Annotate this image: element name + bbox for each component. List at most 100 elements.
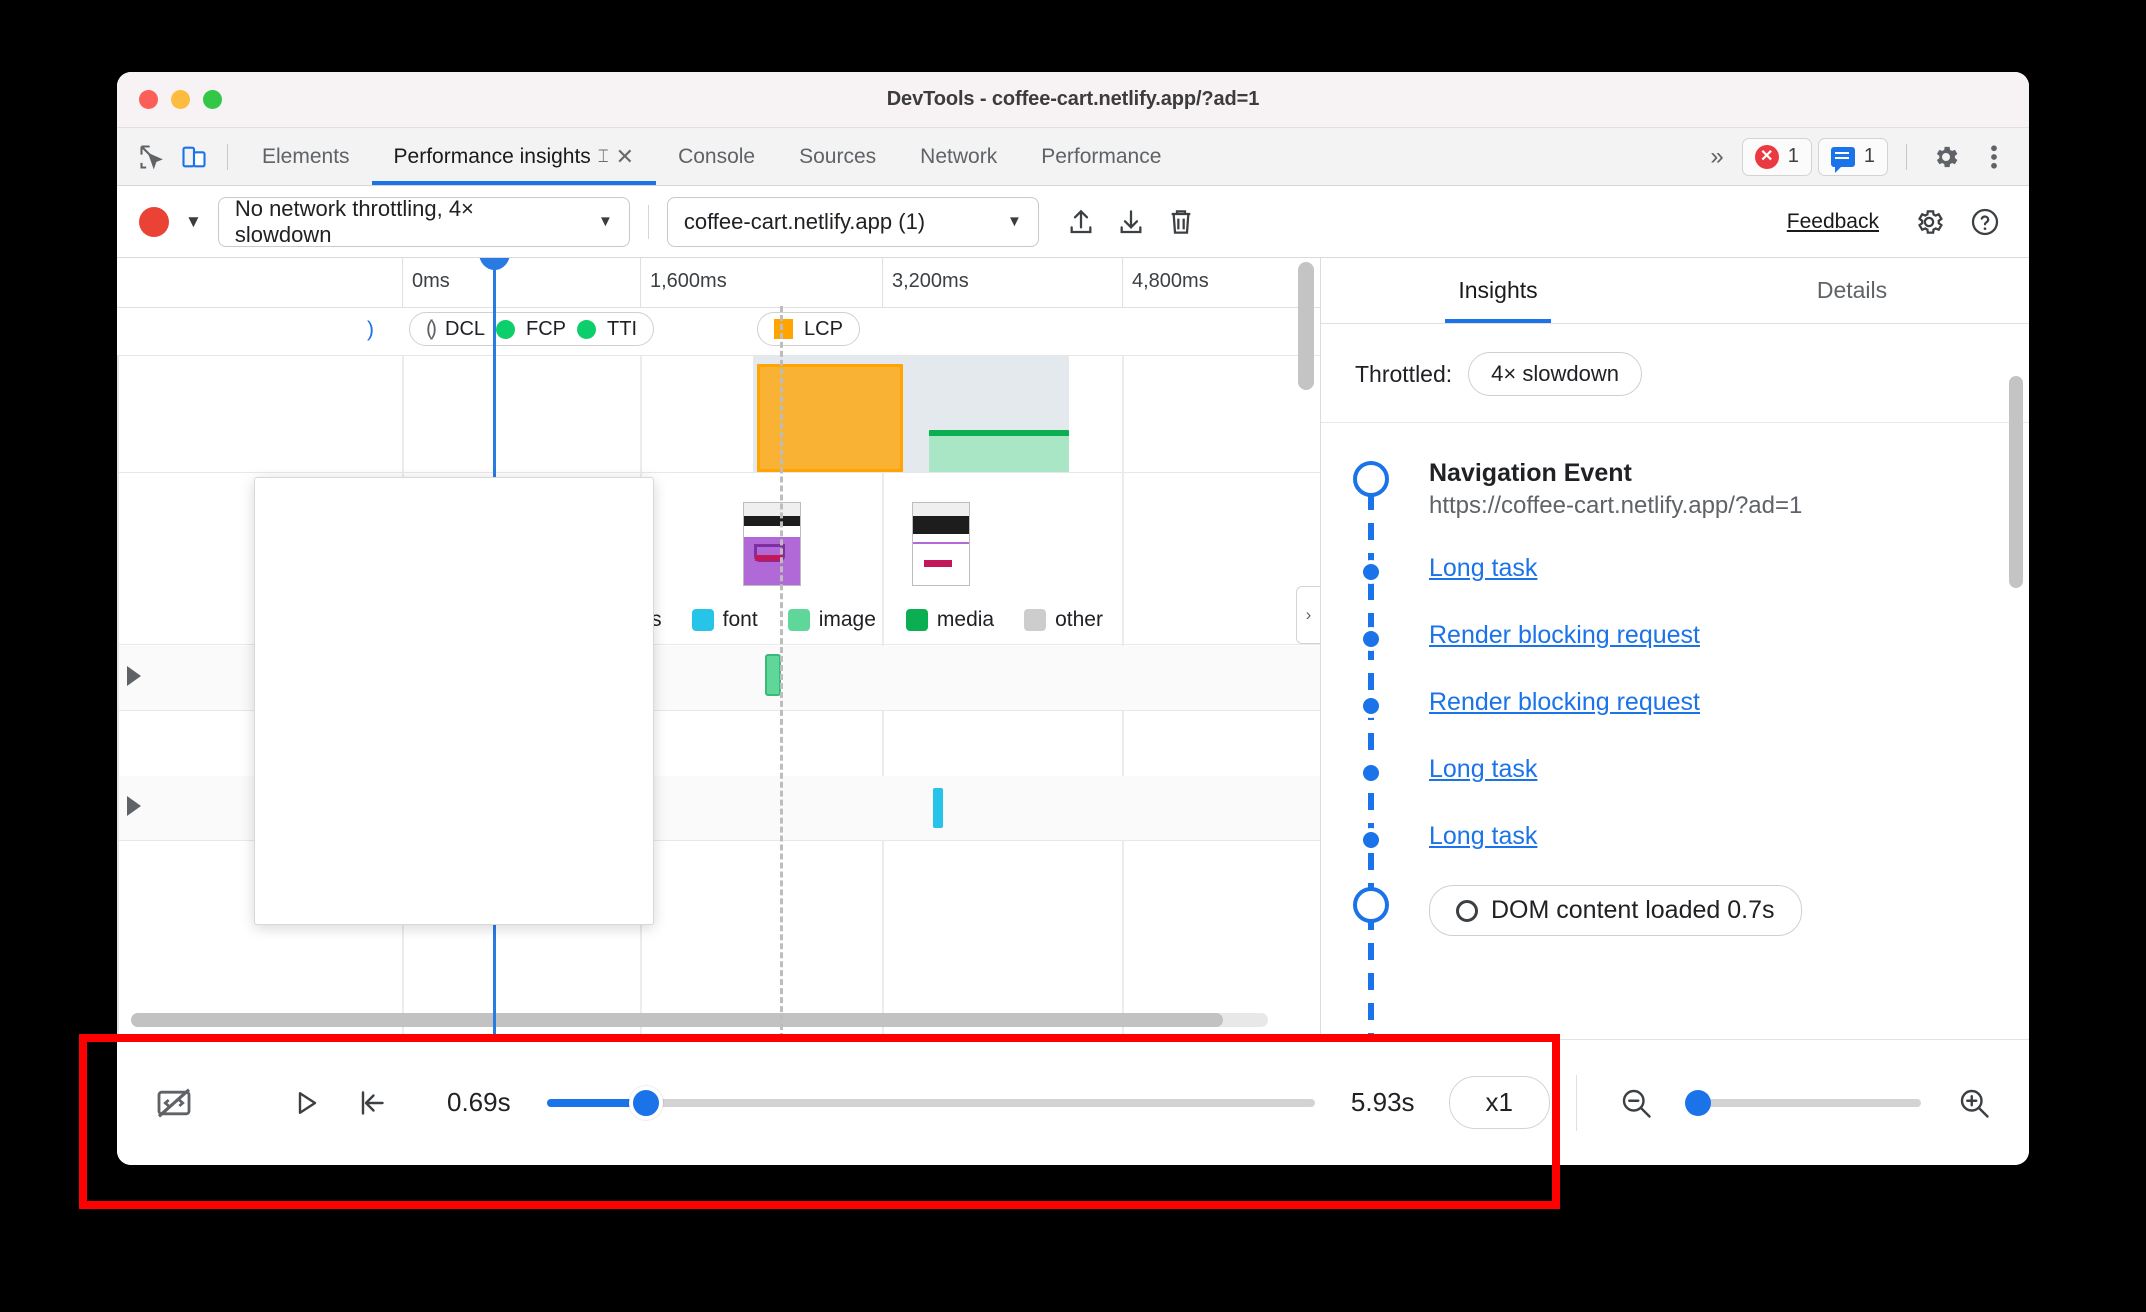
legend-item-image: image — [787, 608, 876, 632]
play-icon[interactable] — [273, 1075, 339, 1131]
image-event-bar[interactable] — [765, 654, 781, 696]
marker-chip-group-2[interactable]: LCP — [757, 312, 860, 346]
event-link[interactable]: Long task — [1429, 554, 1537, 583]
filmstrip-thumbnail[interactable] — [912, 502, 970, 586]
timeline-markers-row: ) () DCL FCP TTI LCP — [117, 308, 1320, 356]
close-tab-icon[interactable]: ✕ — [616, 144, 634, 170]
timeline-ruler[interactable]: 0ms 1,600ms 3,200ms 4,800ms — [117, 258, 1320, 308]
device-toggle-icon[interactable] — [173, 138, 215, 176]
font-event-bar[interactable] — [933, 788, 943, 828]
event-link[interactable]: Long task — [1429, 822, 1537, 851]
dom-loaded-chip[interactable]: DOM content loaded 0.7s — [1429, 885, 1802, 936]
collapse-sidebar-button[interactable]: › — [1296, 586, 1320, 644]
tab-details[interactable]: Details — [1675, 258, 2029, 323]
kebab-menu-icon[interactable] — [1973, 138, 2015, 176]
legend-item-font: font — [691, 608, 758, 632]
event-title: Navigation Event — [1429, 459, 1632, 487]
more-tabs-icon[interactable]: » — [1698, 143, 1735, 171]
playback-slider[interactable] — [546, 1085, 1315, 1120]
minimize-window-button[interactable] — [171, 90, 190, 109]
tab-label: Performance — [1041, 144, 1162, 168]
track-divider — [117, 472, 1320, 473]
error-badge[interactable]: ✕ 1 — [1741, 137, 1812, 176]
legend-label: media — [936, 608, 995, 631]
page-select[interactable]: coffee-cart.netlify.app (1) ▼ — [666, 196, 1039, 247]
event-render-blocking-1[interactable]: Render blocking request — [1321, 621, 2029, 651]
zoom-out-icon[interactable] — [1603, 1075, 1669, 1131]
marker-overflow-icon: ) — [367, 318, 374, 341]
jump-to-start-icon[interactable] — [339, 1075, 405, 1131]
legend-item-other: other — [1024, 608, 1103, 632]
throttling-select[interactable]: No network throttling, 4× slowdown ▼ — [217, 196, 630, 247]
help-icon[interactable] — [1961, 200, 2009, 244]
expand-track-icon[interactable] — [127, 666, 141, 686]
download-icon[interactable] — [1107, 200, 1155, 244]
thumb-header — [913, 503, 969, 517]
tabbar-right-divider — [1906, 143, 1907, 170]
scrollbar-thumb[interactable] — [131, 1013, 1223, 1027]
legend-swatch — [905, 609, 928, 631]
thumb-coffee — [924, 560, 953, 567]
event-dom-content-loaded[interactable]: DOM content loaded 0.7s — [1321, 885, 2029, 936]
chevron-down-icon: ▼ — [1006, 213, 1022, 230]
tab-insights[interactable]: Insights — [1321, 258, 1675, 323]
expand-track-icon[interactable] — [127, 796, 141, 816]
event-link[interactable]: Render blocking request — [1429, 688, 1700, 717]
event-long-task-1[interactable]: Long task — [1321, 554, 2029, 584]
timeline-horizontal-scrollbar[interactable] — [131, 1013, 1268, 1027]
tab-network[interactable]: Network — [898, 128, 1019, 185]
insights-scrollbar[interactable] — [2009, 376, 2023, 588]
track-gutter — [117, 356, 119, 1039]
marker-chip-group-1[interactable]: () DCL FCP TTI — [409, 312, 655, 346]
network-request-bar-js[interactable] — [757, 364, 903, 472]
zoom-in-icon[interactable] — [1941, 1075, 2007, 1131]
gear-icon[interactable] — [1905, 200, 1953, 244]
tab-elements[interactable]: Elements — [240, 128, 372, 185]
message-icon — [1830, 146, 1855, 173]
tab-performance[interactable]: Performance — [1019, 128, 1183, 185]
message-count: 1 — [1863, 145, 1875, 167]
tab-label: Details — [1816, 277, 1888, 303]
close-window-button[interactable] — [139, 90, 158, 109]
filmstrip-off-icon[interactable] — [141, 1075, 207, 1131]
event-long-task-3[interactable]: Long task — [1321, 822, 2029, 852]
event-link[interactable]: Render blocking request — [1429, 621, 1700, 650]
zoom-slider[interactable] — [1685, 1089, 1921, 1116]
inspect-cursor-icon[interactable] — [131, 138, 173, 176]
page-select-value: coffee-cart.netlify.app (1) — [683, 208, 926, 234]
event-render-blocking-2[interactable]: Render blocking request — [1321, 688, 2029, 718]
record-options-chevron-icon[interactable]: ▼ — [171, 212, 216, 232]
bottombar-divider — [1576, 1074, 1577, 1131]
throttled-value-chip[interactable]: 4× slowdown — [1468, 352, 1642, 396]
playback-speed-chip[interactable]: x1 — [1448, 1076, 1550, 1129]
message-badge[interactable]: 1 — [1817, 137, 1888, 176]
gear-icon[interactable] — [1925, 138, 1967, 176]
timeline-vertical-scrollbar[interactable] — [1298, 262, 1314, 390]
filmstrip-thumbnail[interactable] — [743, 502, 801, 586]
dom-loaded-ring-icon — [1456, 899, 1478, 922]
performance-toolbar: ▼ No network throttling, 4× slowdown ▼ c… — [117, 186, 2029, 258]
network-request-bar-media[interactable] — [929, 430, 1069, 472]
upload-icon[interactable] — [1057, 200, 1105, 244]
tab-performance-insights[interactable]: Performance insights ⌶ ✕ — [371, 128, 657, 185]
zoom-slider-thumb[interactable] — [1685, 1089, 1712, 1116]
event-navigation[interactable]: Navigation Event https://coffee-cart.net… — [1321, 459, 2029, 520]
tab-label: Elements — [262, 144, 350, 168]
insights-event-list: Navigation Event https://coffee-cart.net… — [1321, 423, 2029, 1143]
ruler-tick: 1,600ms — [640, 258, 727, 307]
dcl-icon: () — [426, 317, 437, 340]
thumb-navbar — [744, 516, 800, 526]
maximize-window-button[interactable] — [203, 90, 222, 109]
trash-icon[interactable] — [1157, 200, 1205, 244]
record-button[interactable] — [139, 206, 169, 237]
event-long-task-2[interactable]: Long task — [1321, 755, 2029, 785]
playback-slider-thumb[interactable] — [629, 1085, 664, 1120]
tab-console[interactable]: Console — [656, 128, 777, 185]
pin-icon[interactable]: ⌶ — [598, 146, 609, 167]
tab-sources[interactable]: Sources — [777, 128, 898, 185]
insights-panel: Insights Details Throttled: 4× slowdown — [1320, 258, 2029, 1143]
event-link[interactable]: Long task — [1429, 755, 1537, 784]
throttled-row: Throttled: 4× slowdown — [1321, 324, 2029, 423]
feedback-link[interactable]: Feedback — [1787, 210, 1879, 234]
fcp-dot-icon — [496, 319, 516, 339]
